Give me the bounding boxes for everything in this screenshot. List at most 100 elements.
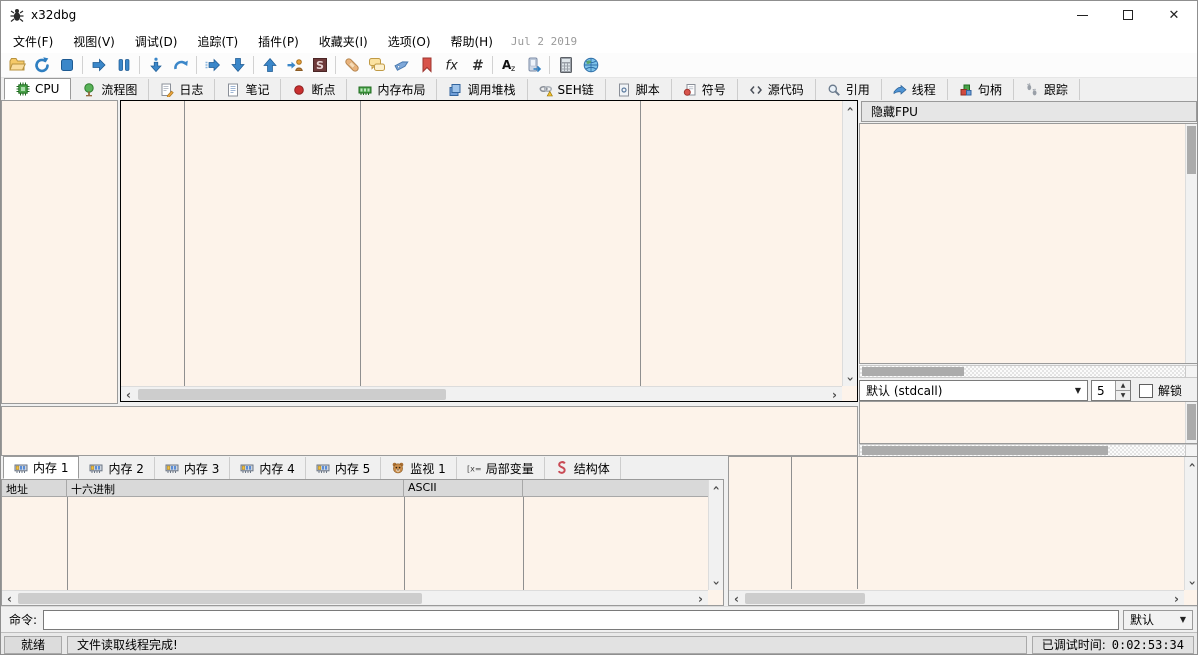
stack-pane[interactable]: ‹ › ‹ ›: [728, 456, 1198, 606]
tab-memory-map[interactable]: 内存布局: [347, 79, 437, 100]
seh-chain-button[interactable]: S: [307, 54, 332, 77]
tab-cpu[interactable]: CPU: [4, 78, 71, 100]
menu-options[interactable]: 选项(O): [378, 31, 441, 52]
scroll-right-arrow[interactable]: ›: [1169, 591, 1184, 606]
tab-trace[interactable]: 跟踪: [1014, 79, 1080, 100]
scroll-down-arrow[interactable]: ›: [709, 575, 724, 590]
calculator-button[interactable]: [553, 54, 578, 77]
scroll-right-arrow[interactable]: ›: [827, 387, 842, 402]
comments-button[interactable]: [364, 54, 389, 77]
scrollbar-thumb[interactable]: [138, 389, 446, 400]
column-header-address[interactable]: 地址: [2, 480, 67, 496]
tab-source[interactable]: 源代码: [738, 79, 816, 100]
restart-button[interactable]: [29, 54, 54, 77]
stack-hscrollbar[interactable]: ‹ ›: [729, 590, 1184, 605]
column-header-ascii[interactable]: ASCII: [404, 480, 523, 496]
disassembly-hscrollbar[interactable]: ‹ ›: [121, 386, 842, 401]
step-into-button[interactable]: [143, 54, 168, 77]
pause-button[interactable]: [111, 54, 136, 77]
tab-dump-1[interactable]: 内存 1: [3, 456, 79, 479]
step-over-button[interactable]: [168, 54, 193, 77]
bookmarks-button[interactable]: [414, 54, 439, 77]
open-file-button[interactable]: [4, 54, 29, 77]
menu-favourites[interactable]: 收藏夹(I): [309, 31, 378, 52]
info-box[interactable]: [1, 406, 858, 456]
minimize-button[interactable]: [1059, 1, 1105, 29]
scrollbar-thumb[interactable]: [18, 593, 422, 604]
modules-button[interactable]: [521, 54, 546, 77]
disassembly-vscrollbar[interactable]: ‹ ›: [842, 101, 857, 386]
scroll-right-arrow[interactable]: ›: [693, 591, 708, 606]
registers-hscrollbar[interactable]: [859, 365, 1198, 378]
close-button[interactable]: ✕: [1151, 1, 1197, 29]
scroll-down-arrow[interactable]: ›: [843, 371, 858, 386]
registers-vscrollbar[interactable]: [1185, 124, 1198, 363]
hide-fpu-button[interactable]: 隐藏FPU: [861, 101, 1197, 122]
tab-graph[interactable]: 流程图: [71, 79, 149, 100]
tab-struct[interactable]: 结构体: [545, 457, 621, 479]
tab-watch-1[interactable]: 监视 1: [381, 457, 456, 479]
hash-button[interactable]: #: [464, 54, 489, 77]
menu-file[interactable]: 文件(F): [3, 31, 63, 52]
registers-pane[interactable]: [859, 123, 1198, 364]
step-out-button[interactable]: [257, 54, 282, 77]
menu-plugins[interactable]: 插件(P): [248, 31, 309, 52]
disassembly-pane[interactable]: ‹ › ‹ ›: [120, 100, 858, 402]
run-to-user-code-button[interactable]: [282, 54, 307, 77]
menu-trace[interactable]: 追踪(T): [187, 31, 248, 52]
scroll-down-arrow[interactable]: ›: [1185, 575, 1198, 590]
tab-dump-4[interactable]: 内存 4: [230, 457, 305, 479]
spinner-up-button[interactable]: ▲: [1116, 381, 1130, 391]
scrollbar-thumb[interactable]: [1187, 126, 1196, 174]
skip-step-button[interactable]: [225, 54, 250, 77]
arguments-pane[interactable]: [859, 401, 1198, 444]
patch-button[interactable]: [339, 54, 364, 77]
menu-help[interactable]: 帮助(H): [441, 31, 503, 52]
scrollbar-thumb[interactable]: [862, 446, 1108, 455]
tab-symbols[interactable]: 符号: [672, 79, 738, 100]
tab-log[interactable]: 日志: [149, 79, 215, 100]
tab-breakpoints[interactable]: 断点: [281, 79, 347, 100]
scroll-left-arrow[interactable]: ‹: [121, 387, 136, 402]
labels-button[interactable]: [389, 54, 414, 77]
tab-locals[interactable]: [x=]局部变量: [457, 457, 545, 479]
scrollbar-thumb[interactable]: [862, 367, 964, 376]
column-header-extra[interactable]: [523, 480, 708, 496]
spinner-down-button[interactable]: ▼: [1116, 391, 1130, 400]
tab-script[interactable]: 脚本: [606, 79, 672, 100]
close-debuggee-button[interactable]: [54, 54, 79, 77]
functions-button[interactable]: fx: [439, 54, 464, 77]
scroll-up-arrow[interactable]: ‹: [709, 480, 724, 495]
tab-call-stack[interactable]: 调用堆栈: [437, 79, 527, 100]
scrollbar-thumb[interactable]: [745, 593, 865, 604]
scroll-up-arrow[interactable]: ‹: [843, 101, 858, 116]
menu-view[interactable]: 视图(V): [63, 31, 125, 52]
memory-dump-pane[interactable]: 地址 十六进制 ASCII ‹ › ‹ ›: [1, 479, 724, 606]
tab-dump-3[interactable]: 内存 3: [155, 457, 230, 479]
run-button[interactable]: [86, 54, 111, 77]
command-input[interactable]: [43, 610, 1119, 630]
memory-vscrollbar[interactable]: ‹ ›: [708, 480, 723, 590]
memory-hscrollbar[interactable]: ‹ ›: [2, 590, 708, 605]
tab-notes[interactable]: 笔记: [215, 79, 281, 100]
stack-vscrollbar[interactable]: ‹ ›: [1184, 457, 1198, 590]
cpu-side-pane[interactable]: [1, 100, 118, 404]
calling-convention-select[interactable]: 默认 (stdcall) ▼: [859, 380, 1088, 401]
tab-dump-5[interactable]: 内存 5: [306, 457, 381, 479]
scroll-left-arrow[interactable]: ‹: [729, 591, 744, 606]
tab-handles[interactable]: 句柄: [948, 79, 1014, 100]
memory-table-body[interactable]: [2, 497, 708, 590]
globe-button[interactable]: [578, 54, 603, 77]
argument-count-spinner[interactable]: 5 ▲ ▼: [1091, 380, 1131, 401]
assemble-text-button[interactable]: Az: [496, 54, 521, 77]
menu-debug[interactable]: 调试(D): [125, 31, 188, 52]
scroll-up-arrow[interactable]: ‹: [1185, 457, 1198, 472]
command-profile-select[interactable]: 默认 ▼: [1123, 610, 1193, 630]
execute-till-return-button[interactable]: [200, 54, 225, 77]
column-header-hex[interactable]: 十六进制: [67, 480, 404, 496]
maximize-button[interactable]: [1105, 1, 1151, 29]
tab-dump-2[interactable]: 内存 2: [79, 457, 154, 479]
scroll-left-arrow[interactable]: ‹: [2, 591, 17, 606]
tab-threads[interactable]: 线程: [882, 79, 948, 100]
arguments-vscrollbar[interactable]: [1185, 402, 1198, 443]
